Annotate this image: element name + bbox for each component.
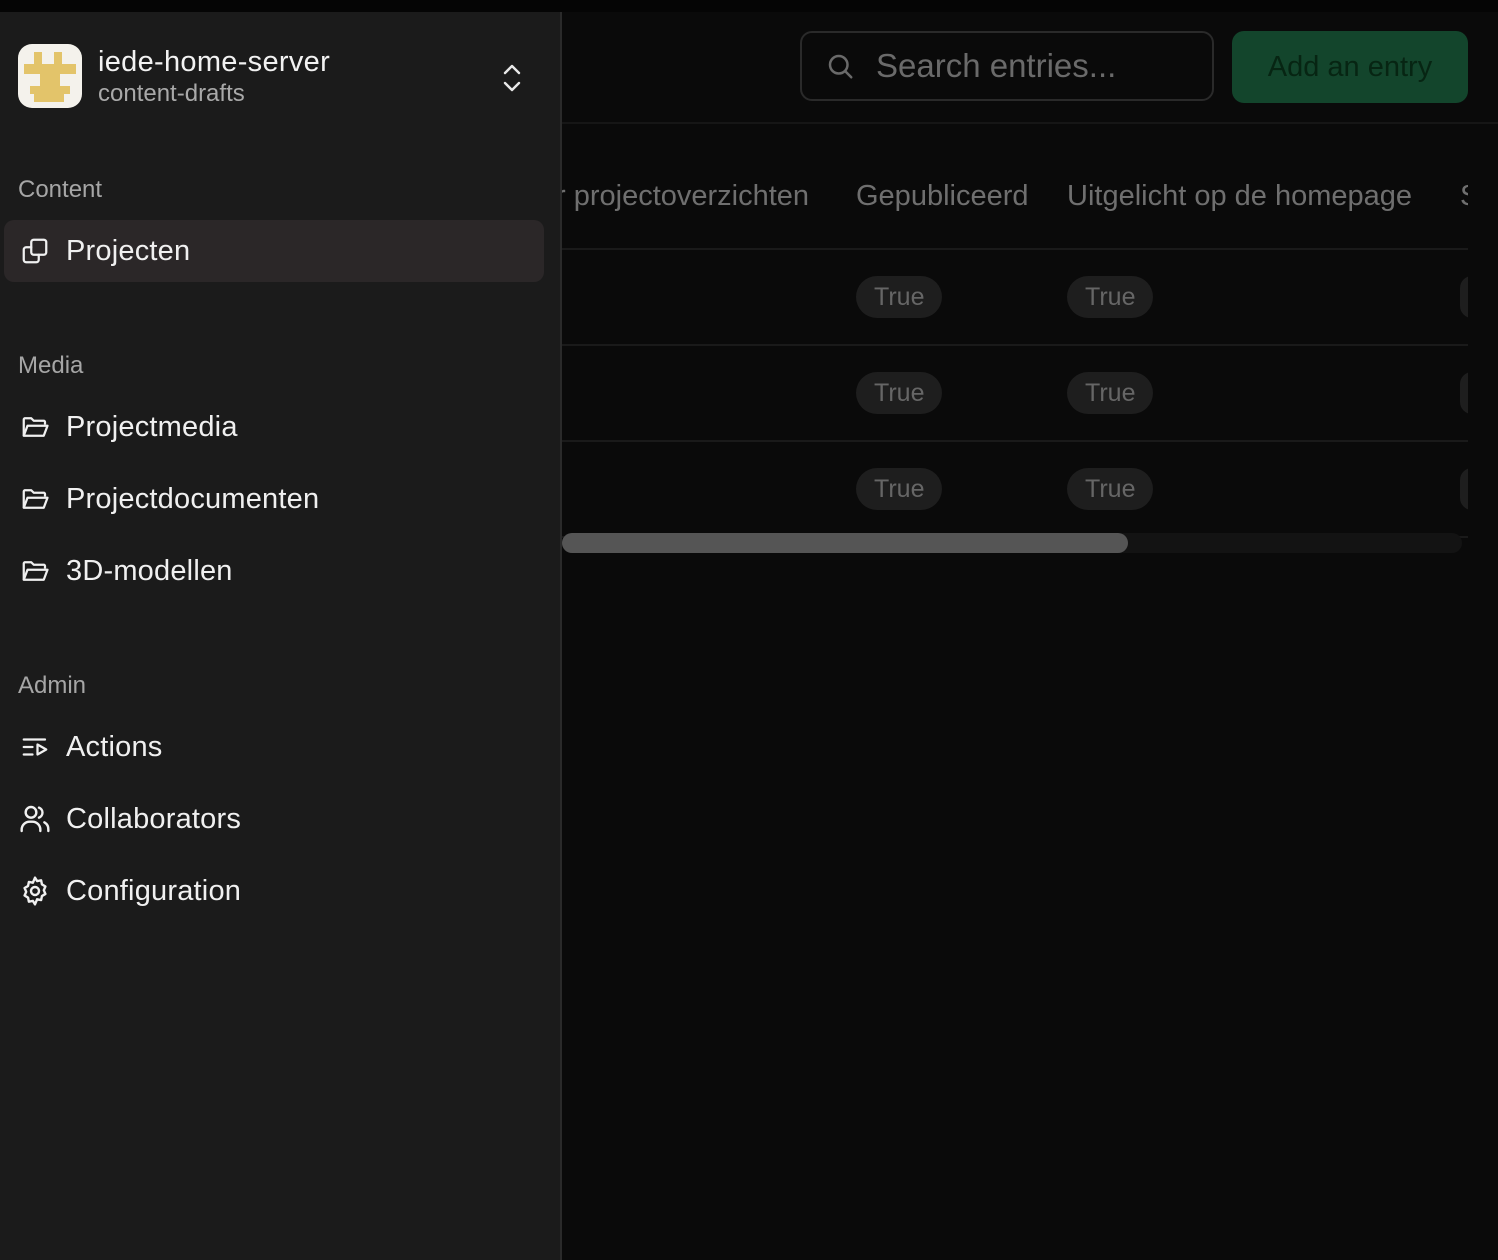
entries-table: r projectoverzichten Gepubliceerd Uitgel… [562,124,1468,544]
main-content: Add an entry r projectoverzichten Gepubl… [562,12,1498,1260]
copy-icon [18,234,52,268]
column-header[interactable]: Uitgelicht op de homepage [1067,180,1412,213]
sidebar-item-configuration[interactable]: Configuration [4,860,544,922]
section-title-content: Content [18,176,103,203]
folder-icon [18,482,52,516]
folder-icon [18,554,52,588]
sidebar-item-label: Projectdocumenten [66,482,320,515]
gepubliceerd-badge: True [856,276,943,318]
column-header[interactable]: S [1460,180,1468,213]
folder-icon [18,410,52,444]
row-divider [562,248,1468,250]
chevrons-up-down-icon[interactable] [498,60,526,96]
sidebar-item-label: Configuration [66,874,242,907]
sidebar-item-projecten[interactable]: Projecten [4,220,544,282]
users-icon [18,802,52,836]
actions-icon [18,730,52,764]
sidebar-item-projectmedia[interactable]: Projectmedia [4,396,544,458]
section-title-admin: Admin [18,672,87,699]
add-entry-label: Add an entry [1267,50,1433,83]
window-top-strip [0,0,1498,12]
gepubliceerd-badge: True [856,468,943,510]
section-title-media: Media [18,352,84,379]
scrollbar-thumb[interactable] [562,533,1128,553]
branch-name: content-drafts [98,80,245,107]
truncated-badge [1460,276,1468,318]
uitgelicht-badge: True [1067,372,1154,414]
search-input[interactable] [874,46,1208,86]
row-divider [562,440,1468,442]
workspace-name: iede-home-server [98,46,331,78]
truncated-badge [1460,372,1468,414]
sidebar-item-projectdocumenten[interactable]: Projectdocumenten [4,468,544,530]
column-header[interactable]: r projectoverzichten [562,180,809,213]
horizontal-scrollbar[interactable] [562,533,1462,553]
sidebar-item-label: Collaborators [66,802,242,835]
sidebar-item-label: Projectmedia [66,410,238,443]
column-header[interactable]: Gepubliceerd [856,180,1029,213]
gear-icon [18,874,52,908]
row-divider [562,344,1468,346]
sidebar-item-collaborators[interactable]: Collaborators [4,788,544,850]
workspace-switcher[interactable]: iede-home-server content-drafts [18,44,548,110]
sidebar: iede-home-server content-drafts Content … [0,12,562,1260]
truncated-badge [1460,468,1468,510]
search-icon [824,50,856,82]
add-entry-button[interactable]: Add an entry [1232,31,1468,103]
uitgelicht-badge: True [1067,276,1154,318]
sidebar-item-label: 3D-modellen [66,554,233,587]
gepubliceerd-badge: True [856,372,943,414]
search-box[interactable] [800,31,1214,101]
sidebar-item-label: Actions [66,730,163,763]
uitgelicht-badge: True [1067,468,1154,510]
workspace-logo [18,44,82,108]
sidebar-item-3d-modellen[interactable]: 3D-modellen [4,540,544,602]
sidebar-item-label: Projecten [66,234,191,267]
sidebar-item-actions[interactable]: Actions [4,716,544,778]
